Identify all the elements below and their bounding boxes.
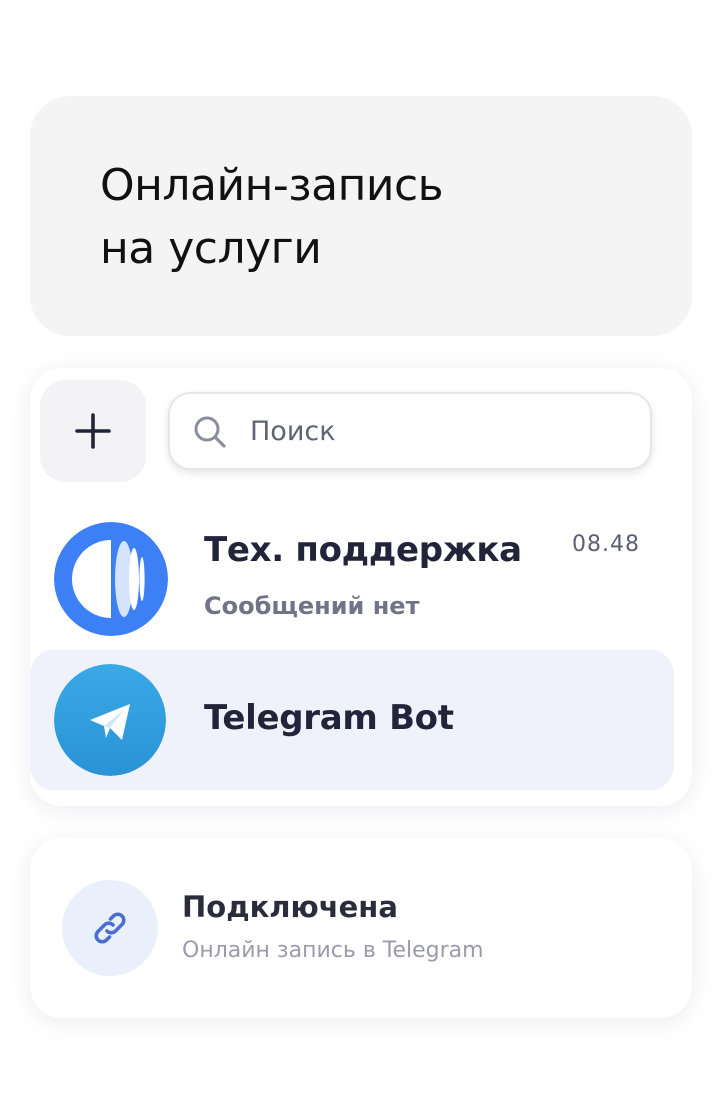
avatar-telegram [54,664,166,776]
support-logo-icon [54,522,168,636]
search-box[interactable] [168,392,652,470]
search-input[interactable] [250,408,630,454]
integration-status: Подключена [182,890,398,924]
page-title-line-2: на услуги [100,223,322,274]
chat-item-support[interactable]: Тех. поддержка Сообщений нет 08.48 [30,512,674,652]
chat-name: Telegram Bot [204,698,454,738]
avatar-support [54,522,168,636]
add-chat-button[interactable] [40,380,146,482]
telegram-icon [54,664,166,776]
link-icon-badge [62,880,158,976]
integration-description: Онлайн запись в Telegram [182,938,484,963]
search-icon [194,416,226,448]
chat-name: Тех. поддержка [204,530,522,570]
integration-card[interactable]: Подключена Онлайн запись в Telegram [30,838,692,1018]
page-title: Онлайн-запись на услуги [100,154,444,280]
chat-preview: Сообщений нет [204,592,420,620]
chat-item-telegram-bot[interactable]: Telegram Bot [30,650,674,790]
header-card: Онлайн-запись на услуги [30,96,692,336]
plus-icon [75,413,111,449]
chat-timestamp: 08.48 [572,532,640,557]
chats-panel: Тех. поддержка Сообщений нет 08.48 Teleg… [30,368,692,806]
page-title-line-1: Онлайн-запись [100,160,444,211]
link-icon [94,912,126,944]
